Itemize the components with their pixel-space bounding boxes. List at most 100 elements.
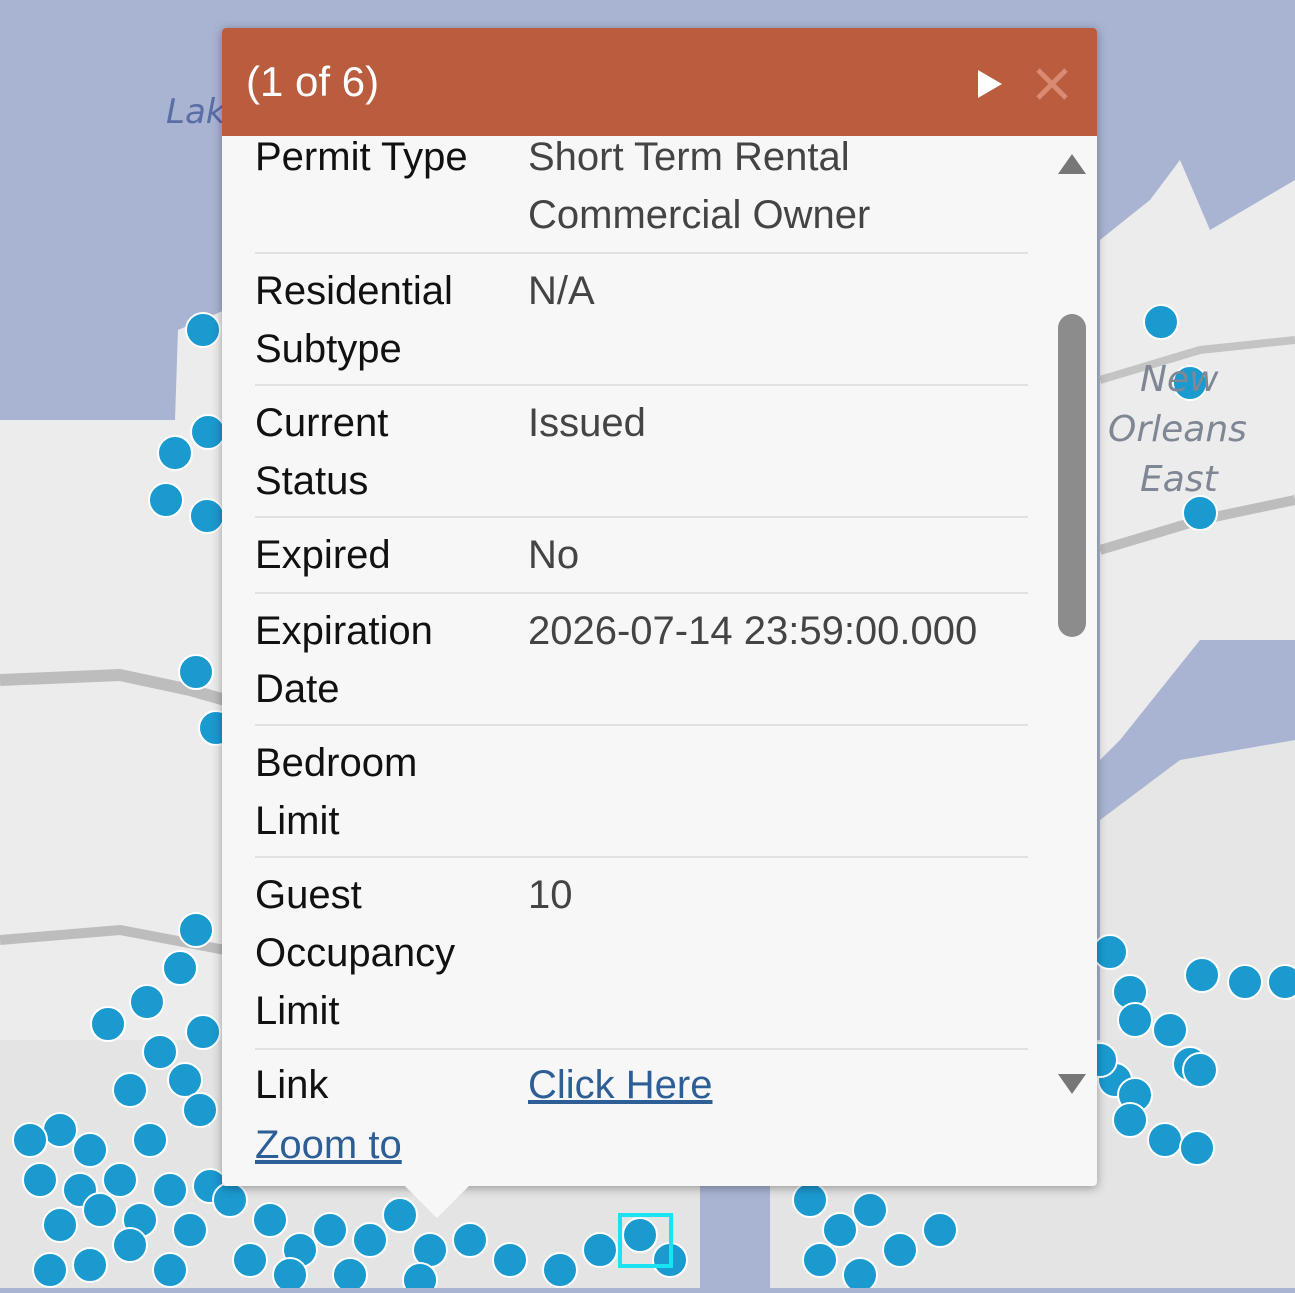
popup-header: (1 of 6): [222, 28, 1097, 136]
feature-popup: (1 of 6) Permit Type Short Term Rental C…: [222, 28, 1097, 1186]
permit-point-marker[interactable]: [185, 312, 221, 348]
popup-scrollbar[interactable]: [1048, 136, 1097, 1108]
permit-point-marker[interactable]: [332, 1257, 368, 1293]
permit-point-marker[interactable]: [132, 1122, 168, 1158]
permit-point-marker[interactable]: [102, 1162, 138, 1198]
permit-point-marker[interactable]: [185, 1014, 221, 1050]
permit-point-marker[interactable]: [922, 1212, 958, 1248]
permit-point-marker[interactable]: [542, 1252, 578, 1288]
attribute-label: Expiration Date: [255, 609, 433, 711]
permit-point-marker[interactable]: [148, 482, 184, 518]
permit-point-marker[interactable]: [212, 1182, 248, 1218]
permit-point-marker[interactable]: [352, 1222, 388, 1258]
permit-point-marker[interactable]: [252, 1202, 288, 1238]
permit-point-marker[interactable]: [792, 1182, 828, 1218]
permit-point-marker[interactable]: [582, 1232, 618, 1268]
attribute-row-expired: Expired No: [255, 518, 1028, 594]
attribute-row-link: Link Click Here: [255, 1050, 1028, 1120]
permit-point-marker[interactable]: [172, 1212, 208, 1248]
attribute-label: Guest Occupancy Limit: [255, 873, 456, 1033]
permit-point-marker[interactable]: [1152, 1012, 1188, 1048]
selected-feature-highlight: [618, 1213, 673, 1268]
popup-content[interactable]: Permit Type Short Term Rental Commercial…: [222, 136, 1048, 1186]
permit-point-marker[interactable]: [22, 1162, 58, 1198]
scrollbar-thumb[interactable]: [1058, 314, 1086, 637]
permit-point-marker[interactable]: [42, 1112, 78, 1148]
scroll-up-arrow-icon[interactable]: [1058, 154, 1086, 174]
attribute-value: Short Term Rental Commercial Owner: [528, 136, 871, 237]
attribute-value: 10: [528, 873, 573, 917]
permit-point-marker[interactable]: [178, 654, 214, 690]
attribute-label: Expired: [255, 533, 391, 577]
next-feature-button[interactable]: [970, 64, 1010, 104]
permit-point-marker[interactable]: [312, 1212, 348, 1248]
popup-pointer: [403, 1184, 471, 1218]
permit-point-marker[interactable]: [882, 1232, 918, 1268]
permit-point-marker[interactable]: [1179, 1130, 1215, 1166]
close-button[interactable]: [1030, 62, 1074, 106]
permit-point-marker[interactable]: [182, 1092, 218, 1128]
permit-point-marker[interactable]: [402, 1262, 438, 1293]
area-label-line1: New: [1140, 359, 1219, 400]
permit-point-marker[interactable]: [190, 414, 226, 450]
permit-point-marker[interactable]: [1147, 1122, 1183, 1158]
permit-point-marker[interactable]: [232, 1242, 268, 1278]
permit-point-marker[interactable]: [492, 1242, 528, 1278]
permit-point-marker[interactable]: [90, 1006, 126, 1042]
permit-point-marker[interactable]: [112, 1072, 148, 1108]
permit-point-marker[interactable]: [412, 1232, 448, 1268]
permit-point-marker[interactable]: [1117, 1002, 1153, 1038]
click-here-link[interactable]: Click Here: [528, 1056, 712, 1114]
permit-point-marker[interactable]: [152, 1172, 188, 1208]
permit-point-marker[interactable]: [822, 1212, 858, 1248]
attribute-row-permit-type: Permit Type Short Term Rental Commercial…: [255, 136, 1028, 254]
attribute-label: Residential Subtype: [255, 269, 453, 371]
area-label-line2: Orleans: [1108, 409, 1247, 450]
permit-point-marker[interactable]: [82, 1192, 118, 1228]
permit-point-marker[interactable]: [1092, 934, 1128, 970]
permit-point-marker[interactable]: [162, 950, 198, 986]
permit-point-marker[interactable]: [1184, 957, 1220, 993]
permit-point-marker[interactable]: [1143, 304, 1179, 340]
lake-label: Lak: [166, 92, 226, 132]
attribute-value: Issued: [528, 401, 646, 445]
permit-point-marker[interactable]: [42, 1207, 78, 1243]
permit-point-marker[interactable]: [72, 1247, 108, 1283]
zoom-to-link[interactable]: Zoom to: [255, 1116, 402, 1174]
attribute-value: 2026-07-14 23:59:00.000: [528, 609, 978, 653]
permit-point-marker[interactable]: [72, 1132, 108, 1168]
scroll-down-arrow-icon[interactable]: [1058, 1074, 1086, 1094]
attribute-row-expiration-date: Expiration Date 2026-07-14 23:59:00.000: [255, 594, 1028, 726]
permit-point-marker[interactable]: [129, 984, 165, 1020]
play-triangle-icon: [978, 70, 1002, 98]
permit-point-marker[interactable]: [802, 1242, 838, 1278]
permit-point-marker[interactable]: [1182, 1052, 1218, 1088]
permit-point-marker[interactable]: [152, 1252, 188, 1288]
permit-point-marker[interactable]: [852, 1192, 888, 1228]
attribute-row-guest-occupancy-limit: Guest Occupancy Limit 10: [255, 858, 1028, 1050]
permit-point-marker[interactable]: [1112, 1102, 1148, 1138]
attribute-row-bedroom-limit: Bedroom Limit: [255, 726, 1028, 858]
permit-point-marker[interactable]: [167, 1062, 203, 1098]
attribute-row-current-status: Current Status Issued: [255, 386, 1028, 518]
scrollbar-track: [1058, 154, 1086, 1094]
permit-point-marker[interactable]: [452, 1222, 488, 1258]
area-label-line3: East: [1140, 459, 1218, 500]
permit-point-marker[interactable]: [842, 1257, 878, 1293]
permit-point-marker[interactable]: [1227, 964, 1263, 1000]
permit-point-marker[interactable]: [12, 1122, 48, 1158]
permit-point-marker[interactable]: [32, 1252, 68, 1288]
attribute-label: Permit Type: [255, 136, 468, 179]
permit-point-marker[interactable]: [272, 1257, 308, 1293]
permit-point-marker[interactable]: [178, 912, 214, 948]
attribute-label: Bedroom Limit: [255, 741, 418, 843]
permit-point-marker[interactable]: [112, 1227, 148, 1263]
river-channel: [700, 1180, 770, 1288]
permit-point-marker[interactable]: [142, 1034, 178, 1070]
permit-point-marker[interactable]: [157, 435, 193, 471]
permit-point-marker[interactable]: [189, 498, 225, 534]
attribute-value: No: [528, 533, 580, 577]
close-x-icon: [1036, 68, 1068, 100]
permit-point-marker[interactable]: [1267, 964, 1295, 1000]
popup-title: (1 of 6): [246, 58, 380, 105]
